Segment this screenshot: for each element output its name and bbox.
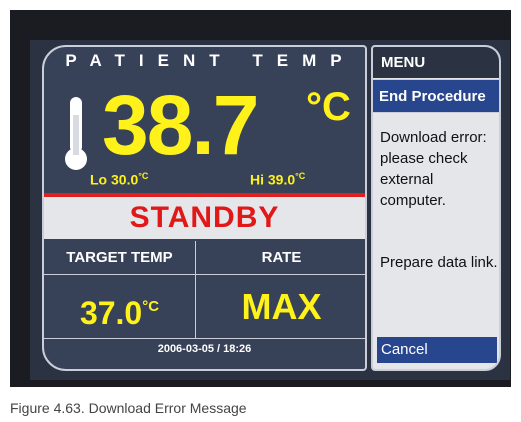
end-procedure-button[interactable]: End Procedure — [373, 79, 499, 113]
lo-unit: °C — [138, 171, 149, 181]
status-box: STANDBY — [44, 197, 365, 239]
device-frame: PATIENT TEMP 38.7 °C Lo 30.0°C Hi 39.0°C — [10, 10, 511, 387]
hi-value: 39.0 — [267, 171, 296, 188]
target-temp-value: 37.0°C — [44, 275, 196, 339]
patient-temp-unit: °C — [306, 85, 351, 129]
menu-panel: MENU End Procedure Download error: pleas… — [371, 45, 501, 371]
menu-header: MENU — [373, 47, 499, 78]
hi-unit: °C — [295, 171, 306, 181]
target-temp-unit: °C — [142, 298, 160, 315]
rate-label: RATE — [196, 241, 365, 275]
download-error-message: Download error: please check external co… — [380, 129, 487, 209]
hi-label: Hi — [250, 171, 264, 188]
rate-value: MAX — [196, 275, 365, 339]
prepare-data-link-message: Prepare data link. — [380, 254, 498, 271]
cancel-button[interactable]: Cancel — [377, 337, 497, 363]
target-temp-number: 37.0 — [79, 295, 143, 331]
lo-value: 30.0 — [111, 171, 139, 188]
target-temp-label: TARGET TEMP — [44, 241, 196, 275]
patient-temp-title: PATIENT TEMP — [65, 51, 356, 70]
lo-label: Lo — [90, 171, 108, 188]
status-text: STANDBY — [129, 201, 280, 234]
patient-temp-value: 38.7 — [102, 78, 259, 172]
thermometer-icon — [62, 95, 90, 175]
datetime: 2006-03-05 / 18:26 — [157, 343, 252, 355]
hi-limit: Hi 39.0°C — [250, 171, 305, 188]
figure-caption: Figure 4.63. Download Error Message — [10, 400, 247, 416]
patient-temp-panel: PATIENT TEMP 38.7 °C Lo 30.0°C Hi 39.0°C — [42, 45, 367, 371]
screen: PATIENT TEMP 38.7 °C Lo 30.0°C Hi 39.0°C — [30, 40, 510, 380]
lo-limit: Lo 30.0°C — [90, 171, 148, 188]
